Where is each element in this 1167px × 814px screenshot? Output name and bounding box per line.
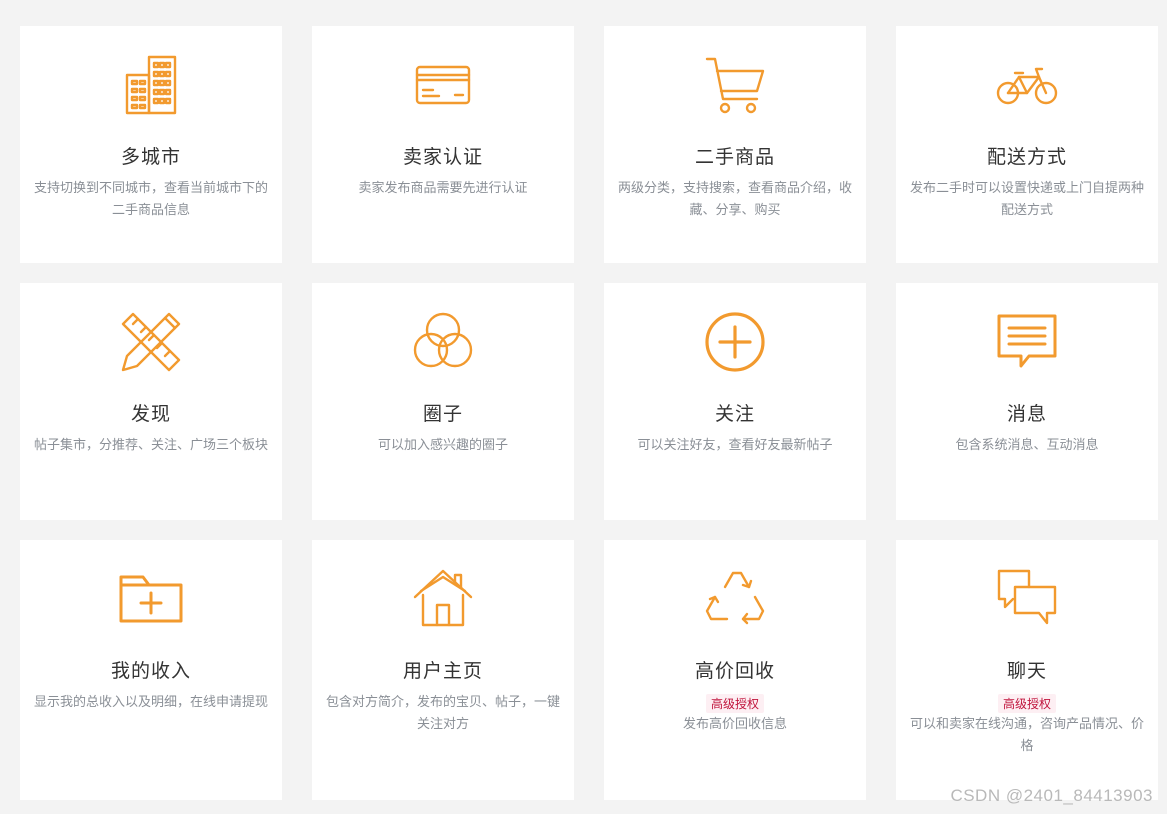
home-icon: [312, 568, 574, 630]
card-description: 可以关注好友，查看好友最新帖子: [637, 438, 833, 453]
card-title: 高价回收: [694, 660, 775, 682]
card-description: 可以加入感兴趣的圈子: [377, 438, 508, 453]
circles-icon: [312, 311, 574, 373]
card-title: 我的收入: [110, 660, 191, 682]
card-description: 包含系统消息、互动消息: [955, 438, 1099, 453]
card-title: 二手商品: [694, 146, 775, 168]
feature-card-my-income[interactable]: 我的收入 显示我的总收入以及明细，在线申请提现: [20, 540, 282, 800]
card-title: 用户主页: [402, 660, 483, 682]
card-title: 消息: [1006, 403, 1047, 425]
feature-card-seller-verification[interactable]: 卖家认证 卖家发布商品需要先进行认证: [312, 26, 574, 263]
credit-card-icon: [312, 54, 574, 116]
card-title: 卖家认证: [402, 146, 483, 168]
feature-card-multi-city[interactable]: 多城市 支持切换到不同城市，查看当前城市下的二手商品信息: [20, 26, 282, 263]
card-title: 聊天: [1006, 660, 1047, 682]
card-description: 显示我的总收入以及明细，在线申请提现: [33, 695, 268, 710]
feature-card-messages[interactable]: 消息 包含系统消息、互动消息: [896, 283, 1158, 520]
card-description: 发布二手时可以设置快递或上门自提两种配送方式: [909, 181, 1144, 218]
feature-card-chat[interactable]: 聊天 高级授权 可以和卖家在线沟通，咨询产品情况、价格: [896, 540, 1158, 800]
feature-card-user-profile[interactable]: 用户主页 包含对方简介，发布的宝贝、帖子，一键关注对方: [312, 540, 574, 800]
feature-card-recycling[interactable]: 高价回收 高级授权 发布高价回收信息: [604, 540, 866, 800]
feature-grid: 多城市 支持切换到不同城市，查看当前城市下的二手商品信息 卖家认证 卖家发布商品…: [20, 26, 1158, 800]
ruler-pencil-icon: [20, 311, 282, 373]
card-description: 支持切换到不同城市，查看当前城市下的二手商品信息: [33, 181, 268, 218]
chat-bubbles-icon: [896, 568, 1158, 630]
shopping-cart-icon: [604, 54, 866, 116]
card-description: 包含对方简介，发布的宝贝、帖子，一键关注对方: [325, 695, 560, 732]
card-title: 发现: [130, 403, 171, 425]
premium-badge: 高级授权: [997, 694, 1057, 713]
card-description: 发布高价回收信息: [682, 717, 787, 732]
premium-badge: 高级授权: [705, 694, 765, 713]
feature-card-second-hand-goods[interactable]: 二手商品 两级分类，支持搜索，查看商品介绍，收藏、分享、购买: [604, 26, 866, 263]
card-description: 卖家发布商品需要先进行认证: [358, 181, 528, 196]
card-description: 可以和卖家在线沟通，咨询产品情况、价格: [909, 717, 1144, 754]
watermark: CSDN @2401_84413903: [950, 786, 1153, 805]
card-title: 关注: [714, 403, 755, 425]
plus-circle-icon: [604, 311, 866, 373]
card-title: 配送方式: [986, 146, 1067, 168]
recycle-icon: [604, 568, 866, 630]
card-description: 帖子集市，分推荐、关注、广场三个板块: [33, 438, 268, 453]
folder-plus-icon: [20, 568, 282, 630]
feature-card-discover[interactable]: 发现 帖子集市，分推荐、关注、广场三个板块: [20, 283, 282, 520]
feature-card-circles[interactable]: 圈子 可以加入感兴趣的圈子: [312, 283, 574, 520]
message-icon: [896, 311, 1158, 373]
feature-card-follow[interactable]: 关注 可以关注好友，查看好友最新帖子: [604, 283, 866, 520]
bicycle-icon: [896, 54, 1158, 116]
card-title: 圈子: [422, 403, 463, 425]
card-description: 两级分类，支持搜索，查看商品介绍，收藏、分享、购买: [617, 181, 852, 218]
feature-card-delivery[interactable]: 配送方式 发布二手时可以设置快递或上门自提两种配送方式: [896, 26, 1158, 263]
card-title: 多城市: [120, 146, 181, 168]
building-icon: [20, 54, 282, 116]
